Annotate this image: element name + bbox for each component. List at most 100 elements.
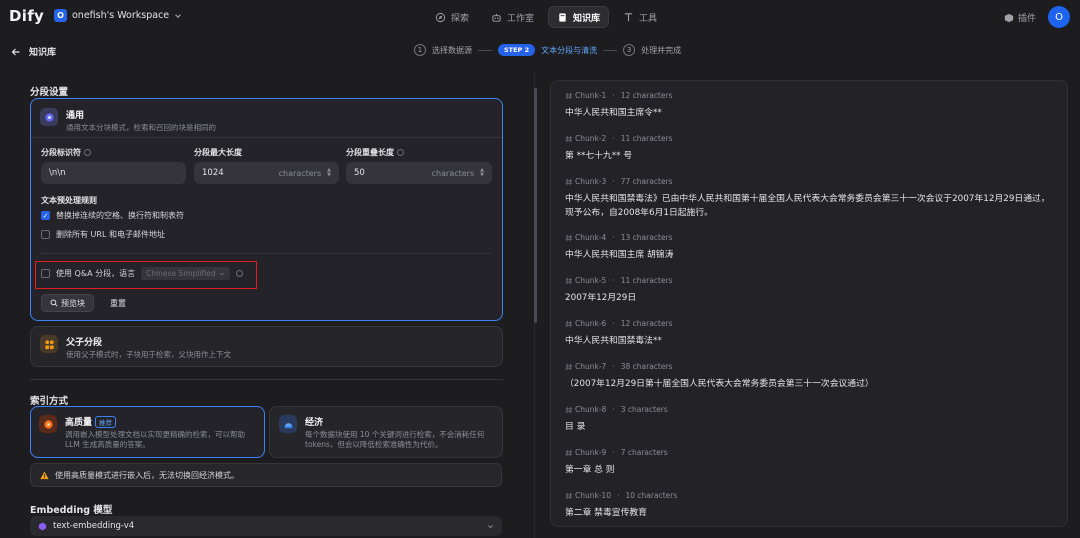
- step-separator: [478, 49, 492, 51]
- warning-icon: [40, 470, 49, 479]
- model-provider-icon: [38, 521, 47, 531]
- chunk-item: Chunk-10 · 10 characters 第二章 禁毒宣传教育: [565, 491, 1055, 520]
- chunk-label: Chunk-6: [575, 319, 607, 328]
- chunk-item: Chunk-9 · 7 characters 第一章 总 则: [565, 448, 1055, 477]
- chunk-text: 第一章 总 则: [565, 465, 615, 475]
- chunk-separator: ·: [612, 91, 615, 100]
- back-link[interactable]: 知识库: [11, 45, 56, 58]
- index-section-title: 索引方式: [30, 396, 69, 407]
- chunk-label: Chunk-7: [575, 362, 607, 371]
- help-icon[interactable]: [235, 270, 243, 277]
- main-nav: 探索 工作室 知识库 工具: [427, 6, 665, 28]
- recommended-badge: 推荐: [95, 416, 117, 428]
- max-length-input[interactable]: 1024 characters ▲ ▼: [194, 162, 339, 184]
- rules-divider: [41, 253, 491, 254]
- overlap-label-text: 分段重叠长度: [346, 148, 394, 157]
- chunk-separator: ·: [612, 448, 615, 457]
- hash-icon: [565, 277, 573, 284]
- preview-chunks-button[interactable]: 预览块: [41, 294, 94, 312]
- chevron-down-icon: [219, 272, 224, 275]
- chunk-label: Chunk-10: [575, 491, 612, 500]
- qa-mode-toggle[interactable]: 使用 Q&A 分段，语言 Chinese Simplified: [41, 267, 243, 280]
- delimiter-value: \n\n: [49, 168, 66, 178]
- chunk-separator: ·: [617, 491, 620, 500]
- chunk-text: 2007年12月29日: [565, 293, 637, 303]
- nav-explore-label: 探索: [451, 13, 470, 24]
- chunk-char-count: 12 characters: [620, 319, 673, 328]
- rule-1-label: 替换掉连续的空格、换行符和制表符: [56, 211, 184, 220]
- economy-desc-2: tokens，但会以降低检索准确性为代价。: [305, 440, 443, 449]
- plugins-button[interactable]: 插件: [1004, 11, 1036, 24]
- nav-explore[interactable]: 探索: [427, 6, 477, 28]
- hash-icon: [565, 92, 573, 99]
- reset-button[interactable]: 重置: [102, 294, 134, 312]
- dify-logo[interactable]: Dify: [9, 7, 44, 25]
- step-3-label: 处理并完成: [641, 45, 682, 55]
- hash-icon: [565, 363, 573, 370]
- high-quality-title-text: 高质量: [65, 418, 93, 428]
- chunk-char-count: 12 characters: [620, 91, 673, 100]
- nav-tools[interactable]: 工具: [615, 6, 665, 28]
- max-length-stepper[interactable]: ▲ ▼: [327, 168, 331, 178]
- step-separator: [603, 49, 618, 51]
- max-length-label: 分段最大长度: [194, 147, 242, 158]
- qa-language-select[interactable]: Chinese Simplified: [141, 267, 230, 280]
- qa-language-value: Chinese Simplified: [146, 269, 216, 278]
- chunk-char-count: 7 characters: [620, 448, 668, 457]
- chunk-separator: ·: [612, 362, 615, 371]
- chunk-item: Chunk-2 · 11 characters 第 **七十九** 号: [565, 134, 1055, 163]
- card-divider: [31, 137, 502, 138]
- nav-knowledge[interactable]: 知识库: [548, 6, 610, 28]
- preview-button-label: 预览块: [61, 298, 85, 308]
- chunk-char-count: 77 characters: [620, 177, 673, 186]
- help-icon[interactable]: [84, 149, 91, 156]
- top-bar: Dify O onefish's Workspace 探索 工作室 知识库 工具…: [0, 0, 1080, 34]
- checkbox[interactable]: [41, 269, 50, 278]
- chunk-text: 中华人民共和国主席令**: [565, 108, 662, 118]
- section-divider: [30, 379, 503, 380]
- warning-text: 使用高质量模式进行嵌入后，无法切换回经济模式。: [55, 470, 239, 480]
- chunk-char-count: 11 characters: [620, 276, 673, 285]
- index-warning: 使用高质量模式进行嵌入后，无法切换回经济模式。: [30, 463, 502, 487]
- step-indicator: 1 选择数据源 STEP 2 文本分段与清洗 3 处理并完成: [414, 44, 681, 56]
- high-quality-icon: [39, 415, 57, 433]
- chunk-label: Chunk-3: [575, 177, 607, 186]
- chunk-separator: ·: [612, 177, 615, 186]
- segment-section-title: 分段设置: [30, 87, 69, 98]
- chunk-separator: ·: [612, 319, 615, 328]
- chunk-label: Chunk-9: [575, 448, 607, 457]
- delimiter-input[interactable]: \n\n: [41, 162, 186, 184]
- chunk-separator: ·: [612, 405, 615, 414]
- user-avatar[interactable]: O: [1048, 6, 1070, 28]
- chunk-char-count: 11 characters: [620, 134, 673, 143]
- chunk-item: Chunk-3 · 77 characters 中华人民共和国禁毒法》已由中华人民共和…: [565, 177, 1055, 220]
- general-mode-title: 通用: [66, 111, 85, 121]
- chunk-item: Chunk-8 · 3 characters 目 录: [565, 405, 1055, 434]
- step-2-label: 文本分段与清洗: [541, 45, 598, 55]
- overlap-value: 50: [354, 168, 365, 178]
- robot-icon: [492, 13, 501, 22]
- chunk-meta: Chunk-7 · 38 characters: [565, 362, 1055, 371]
- workspace-switcher[interactable]: O onefish's Workspace: [54, 9, 182, 22]
- workspace-avatar: O: [54, 9, 67, 22]
- rule-remove-urls[interactable]: 删除所有 URL 和电子邮件地址: [41, 229, 165, 240]
- delimiter-label-text: 分段标识符: [41, 148, 81, 157]
- chunk-item: Chunk-7 · 38 characters （2007年12月29日第十届全国人民…: [565, 362, 1055, 391]
- max-length-unit: characters: [278, 168, 322, 178]
- chunk-text: 中华人民共和国禁毒法》已由中华人民共和国第十届全国人民代表大会常务委员会第三十一…: [565, 194, 1050, 218]
- embedding-model-value: text-embedding-v4: [53, 521, 135, 531]
- help-icon[interactable]: [397, 149, 404, 156]
- economy-header: 经济 每个数据块使用 10 个关键词进行检索，不会消耗任何 tokens，但会以…: [279, 415, 484, 450]
- checkbox-checked[interactable]: ✓: [41, 211, 50, 220]
- chunk-separator: ·: [612, 276, 615, 285]
- overlap-input[interactable]: 50 characters ▲ ▼: [346, 162, 492, 184]
- nav-studio[interactable]: 工作室: [483, 6, 542, 28]
- overlap-stepper[interactable]: ▲ ▼: [480, 168, 484, 178]
- rule-replace-spaces[interactable]: ✓ 替换掉连续的空格、换行符和制表符: [41, 210, 184, 221]
- delimiter-label: 分段标识符: [41, 147, 91, 158]
- left-scrollbar[interactable]: [534, 88, 537, 323]
- checkbox[interactable]: [41, 230, 50, 239]
- back-label: 知识库: [29, 48, 57, 58]
- chunk-item: Chunk-6 · 12 characters 中华人民共和国禁毒法**: [565, 319, 1055, 348]
- embedding-model-select[interactable]: text-embedding-v4: [30, 516, 502, 536]
